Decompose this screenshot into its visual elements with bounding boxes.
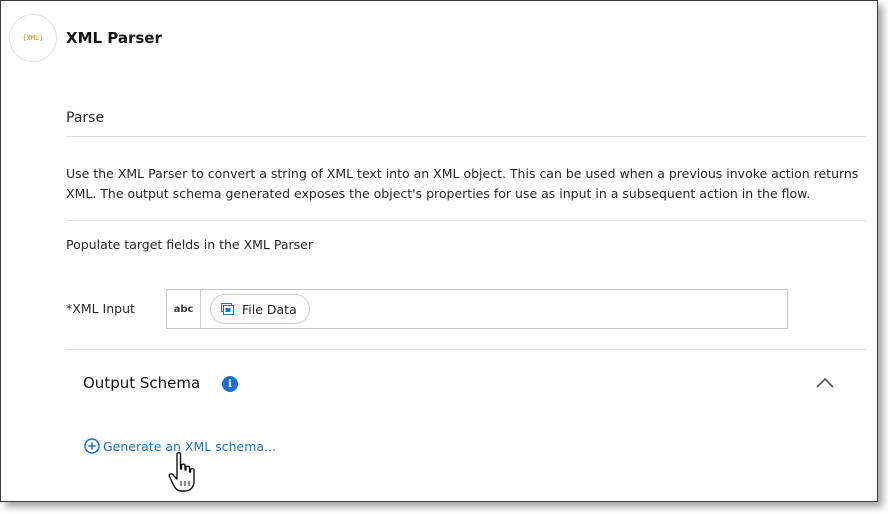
divider — [66, 136, 867, 137]
output-schema-title: Output Schema — [83, 374, 201, 392]
app-title: XML Parser — [66, 29, 162, 47]
file-data-pill[interactable]: File Data — [210, 294, 310, 324]
file-data-label: File Data — [242, 301, 297, 317]
xml-input-field[interactable]: abc File Data — [166, 289, 788, 329]
add-circle-icon — [84, 438, 100, 454]
file-data-icon — [221, 303, 234, 315]
xml-parser-panel: {XML} XML Parser Parse Use the XML Parse… — [0, 0, 878, 502]
divider — [66, 349, 867, 350]
chevron-up-icon[interactable] — [814, 375, 836, 391]
xml-logo-text: {XML} — [22, 34, 44, 42]
section-title: Parse — [66, 110, 105, 126]
string-type-tag: abc — [167, 290, 201, 328]
description-text: Use the XML Parser to convert a string o… — [66, 166, 859, 201]
divider — [66, 220, 867, 221]
xml-logo-icon: {XML} — [9, 14, 57, 62]
populate-instructions: Populate target fields in the XML Parser — [66, 237, 313, 252]
hand-pointer-cursor-icon — [168, 452, 195, 492]
info-icon[interactable]: i — [222, 376, 238, 392]
xml-input-label: *XML Input — [66, 301, 135, 316]
